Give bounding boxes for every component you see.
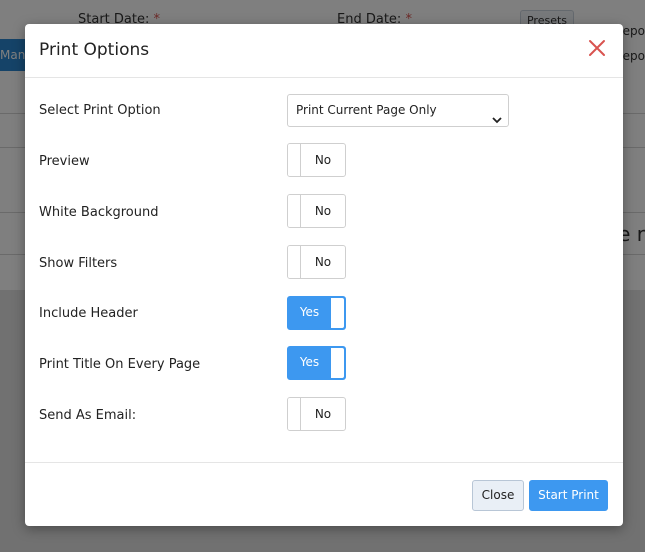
toggle-knob (288, 144, 301, 176)
modal-header: Print Options (25, 24, 623, 78)
send-as-email-toggle[interactable]: No (287, 397, 346, 431)
toggle-knob (288, 195, 301, 227)
toggle-knob (330, 348, 344, 378)
select-print-option-label: Select Print Option (39, 103, 161, 118)
white-background-toggle-label: No (314, 204, 332, 218)
print-option-select-value: Print Current Page Only (296, 103, 437, 117)
preview-toggle[interactable]: No (287, 143, 346, 177)
show-filters-toggle-label: No (314, 255, 332, 269)
print-option-select[interactable]: Print Current Page Only (287, 94, 509, 127)
toggle-knob (288, 246, 301, 278)
toggle-knob (330, 298, 344, 328)
chevron-down-icon (492, 106, 502, 124)
print-options-modal: Print Options Select Print Option Print … (25, 24, 623, 526)
modal-title: Print Options (39, 40, 150, 60)
include-header-label: Include Header (39, 306, 138, 321)
print-title-toggle-label: Yes (299, 355, 320, 369)
close-button[interactable]: Close (472, 480, 524, 511)
include-header-toggle-label: Yes (299, 305, 320, 319)
preview-label: Preview (39, 154, 90, 169)
white-background-label: White Background (39, 205, 159, 220)
show-filters-label: Show Filters (39, 256, 118, 271)
send-as-email-label: Send As Email: (39, 408, 137, 423)
close-x-icon[interactable] (587, 38, 607, 58)
show-filters-toggle[interactable]: No (287, 245, 346, 279)
modal-footer: Close Start Print (25, 462, 623, 526)
send-as-email-toggle-label: No (314, 407, 332, 421)
print-title-toggle[interactable]: Yes (287, 346, 346, 380)
print-title-label: Print Title On Every Page (39, 357, 201, 372)
preview-toggle-label: No (314, 153, 332, 167)
toggle-knob (288, 398, 301, 430)
include-header-toggle[interactable]: Yes (287, 296, 346, 330)
white-background-toggle[interactable]: No (287, 194, 346, 228)
start-print-button[interactable]: Start Print (529, 480, 608, 511)
